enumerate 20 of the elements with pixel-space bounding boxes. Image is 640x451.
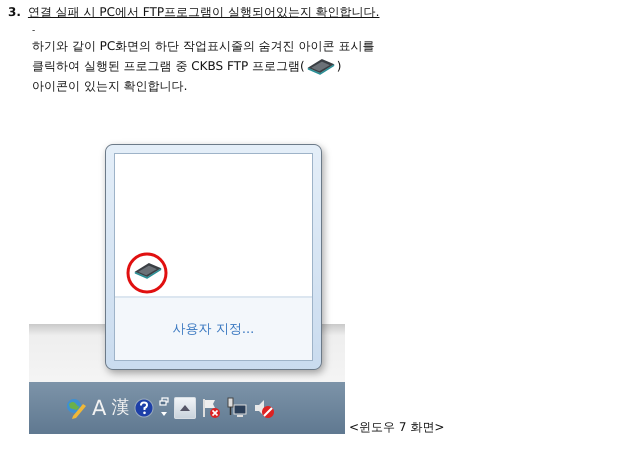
scanner-tray-icon bbox=[133, 261, 163, 279]
globe-pencil-icon bbox=[65, 397, 87, 419]
instruction-text: ) bbox=[336, 58, 342, 75]
network-icon[interactable] bbox=[226, 397, 248, 419]
dash: - bbox=[32, 27, 36, 36]
instruction-text: 클릭하여 실행된 프로그램 중 CKBS FTP 프로그램( bbox=[32, 58, 305, 75]
customize-link[interactable]: 사용자 지정... bbox=[172, 320, 254, 338]
hanja-indicator[interactable]: 漢 bbox=[111, 396, 130, 420]
step-title: 연결 실패 시 PC에서 FTP프로그램이 실행되어있는지 확인합니다. bbox=[28, 4, 380, 21]
scanner-icon bbox=[306, 57, 336, 75]
instruction-text: 하기와 같이 PC화면의 하단 작업표시줄의 숨겨진 아이콘 표시를 bbox=[32, 38, 374, 55]
help-icon[interactable] bbox=[134, 398, 154, 418]
step-number: 3. bbox=[8, 5, 21, 19]
flag-error-icon[interactable] bbox=[201, 397, 222, 419]
caret-icon bbox=[180, 405, 190, 411]
figure-caption: <윈도우 7 화면> bbox=[349, 419, 444, 436]
highlight-circle bbox=[125, 251, 169, 295]
input-mode-indicator[interactable]: A bbox=[92, 396, 106, 420]
instruction-text: 아이콘이 있는지 확인합니다. bbox=[32, 78, 188, 95]
show-hidden-icons-button[interactable] bbox=[174, 397, 196, 419]
